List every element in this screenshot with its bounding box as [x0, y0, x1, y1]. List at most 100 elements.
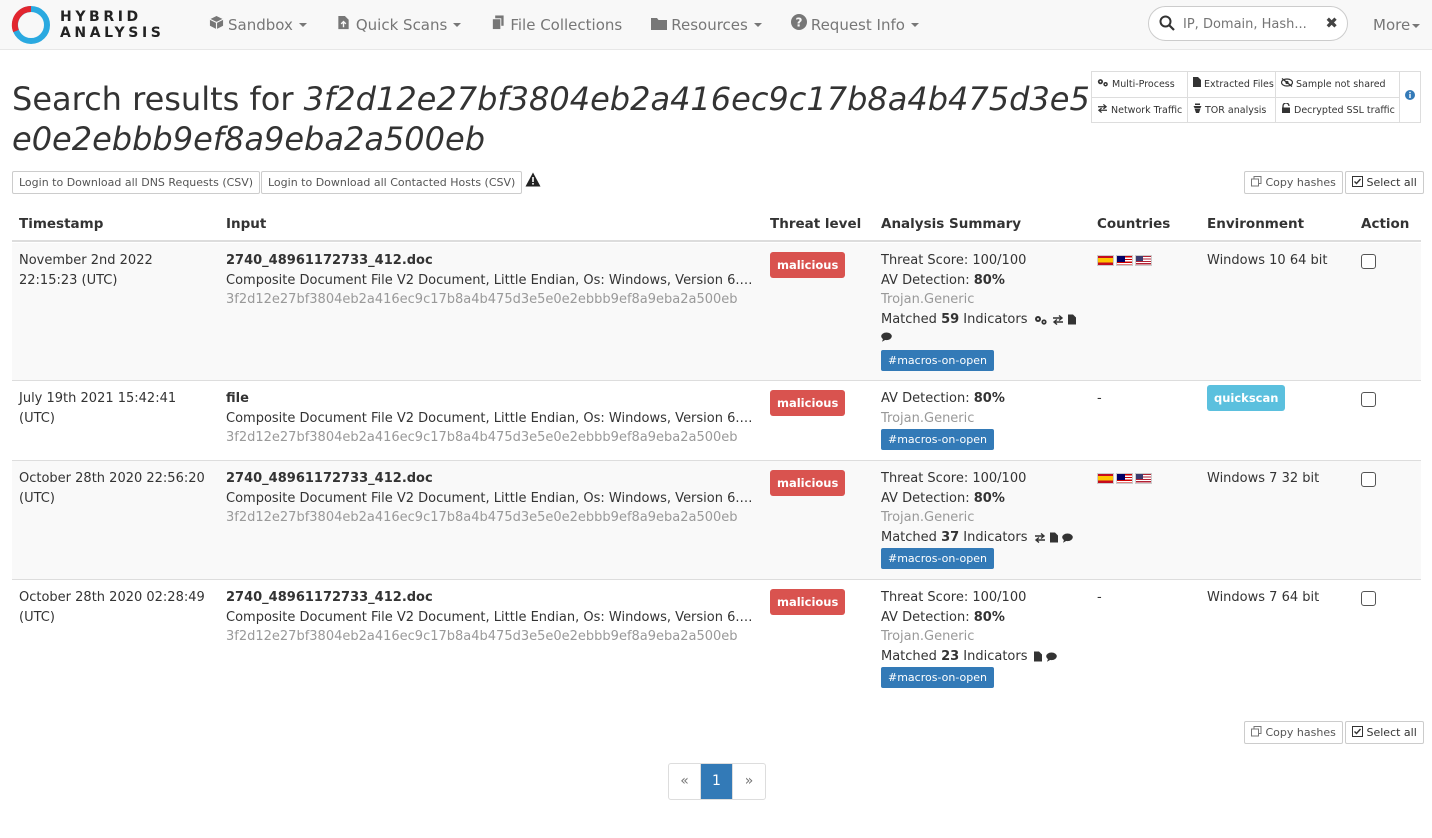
row-countries: - [1097, 391, 1102, 406]
nav-sandbox-label: Sandbox [228, 16, 293, 34]
exchange-icon [1052, 314, 1063, 325]
threat-badge: malicious [770, 390, 846, 416]
tag-macros-on-open[interactable]: #macros-on-open [881, 667, 994, 688]
matched-count: 37 [941, 529, 960, 545]
search-input[interactable] [1181, 13, 1321, 35]
pagination-next[interactable]: » [733, 764, 765, 799]
nav-more[interactable]: More [1373, 0, 1421, 50]
download-dns-csv-button[interactable]: Login to Download all DNS Requests (CSV) [12, 171, 261, 194]
row-select-checkbox[interactable] [1361, 472, 1376, 487]
chevron-down-icon [453, 23, 462, 27]
row-analysis-summary: Threat Score: 100/100 AV Detection: 80% … [881, 588, 1091, 688]
table-row[interactable]: October 28th 2020 02:28:49 (UTC) 2740_48… [12, 580, 1421, 700]
copy-hashes-button[interactable]: Copy hashes [1244, 171, 1343, 194]
row-analysis-summary: AV Detection: 80% Trojan.Generic #macros… [881, 389, 1091, 450]
nav-file-collections[interactable]: File Collections [490, 0, 651, 50]
pagination-page-current[interactable]: 1 [701, 764, 733, 799]
page-title: Search results for 3f2d12e27bf3804eb2a41… [12, 79, 1092, 159]
files-icon [490, 0, 506, 50]
download-hosts-csv-button[interactable]: Login to Download all Contacted Hosts (C… [261, 171, 523, 194]
row-filename[interactable]: 2740_48961172733_412.doc [226, 588, 758, 608]
comment-icon [1045, 652, 1057, 662]
nav-resources-label: Resources [671, 16, 748, 34]
col-countries[interactable]: Countries [1097, 216, 1170, 232]
nav-request-info[interactable]: ? Request Info [790, 0, 948, 50]
row-select-checkbox[interactable] [1361, 254, 1376, 269]
select-all-button[interactable]: Select all [1345, 171, 1424, 194]
row-select-checkbox[interactable] [1361, 392, 1376, 407]
row-timestamp: July 19th 2021 15:42:41 (UTC) [19, 391, 177, 426]
table-row[interactable]: November 2nd 2022 22:15:23 (UTC) 2740_48… [12, 243, 1421, 381]
tag-macros-on-open[interactable]: #macros-on-open [881, 548, 994, 569]
comment-icon [1061, 533, 1073, 543]
chevron-down-icon [753, 23, 762, 27]
nav-sandbox[interactable]: Sandbox [208, 0, 336, 50]
matched-count: 23 [941, 648, 960, 664]
nav-more-label: More [1373, 16, 1411, 34]
col-input[interactable]: Input [226, 216, 266, 232]
row-countries [1097, 251, 1197, 271]
col-timestamp[interactable]: Timestamp [19, 216, 103, 232]
search-box[interactable]: ✖ [1148, 6, 1348, 41]
folder-icon [651, 0, 668, 50]
copy-hashes-button-bottom[interactable]: Copy hashes [1244, 721, 1343, 744]
legend-multi-process: Multi-Process [1092, 72, 1188, 98]
eye-slash-icon [1280, 77, 1294, 88]
exchange-icon [1034, 532, 1045, 543]
spain-flag-icon [1097, 473, 1114, 484]
question-circle-icon: ? [790, 0, 807, 50]
file-icon [1033, 651, 1042, 661]
row-environment: quickscan [1207, 385, 1357, 411]
malaysia-flag-icon [1116, 255, 1133, 266]
table-row[interactable]: October 28th 2020 22:56:20 (UTC) 2740_48… [12, 461, 1421, 580]
nav-request-info-label: Request Info [810, 16, 905, 34]
select-all-button-bottom[interactable]: Select all [1345, 721, 1424, 744]
col-action[interactable]: Action [1361, 216, 1409, 232]
brand-name: HYBRID ANALYSIS [60, 9, 165, 41]
nav-quick-scans[interactable]: Quick Scans [336, 0, 490, 50]
col-threat-level[interactable]: Threat level [770, 216, 861, 232]
pagination-prev[interactable]: « [669, 764, 701, 799]
row-file-description: Composite Document File V2 Document, Lit… [226, 410, 756, 426]
row-filename[interactable]: file [226, 389, 758, 409]
svg-text:?: ? [795, 16, 802, 30]
row-filename[interactable]: 2740_48961172733_412.doc [226, 251, 758, 271]
malware-family: Trojan.Generic [881, 629, 975, 644]
row-countries: - [1097, 590, 1102, 605]
clear-search-icon[interactable]: ✖ [1325, 14, 1338, 32]
col-environment[interactable]: Environment [1207, 216, 1304, 232]
threat-badge: malicious [770, 589, 846, 615]
hybrid-analysis-logo[interactable]: HYBRID ANALYSIS [10, 4, 180, 46]
row-analysis-summary: Threat Score: 100/100 AV Detection: 80% … [881, 251, 1091, 371]
icon-legend: Multi-Process Extracted Files Sample not… [1091, 71, 1421, 123]
copy-icon [1251, 726, 1262, 737]
table-row[interactable]: July 19th 2021 15:42:41 (UTC) file Compo… [12, 381, 1421, 461]
threat-score: 100/100 [972, 471, 1027, 486]
usa-flag-icon [1135, 473, 1152, 484]
row-filename[interactable]: 2740_48961172733_412.doc [226, 469, 758, 489]
unlock-icon [1282, 102, 1290, 113]
gears-icon [1034, 315, 1047, 325]
spain-flag-icon [1097, 255, 1114, 266]
row-sha256: 3f2d12e27bf3804eb2a416ec9c17b8a4b475d3e5… [226, 629, 738, 644]
gears-icon [1097, 79, 1108, 87]
av-detection: 80% [973, 391, 1005, 406]
nav-resources[interactable]: Resources [651, 0, 791, 50]
warning-icon[interactable] [525, 172, 541, 191]
row-select-checkbox[interactable] [1361, 591, 1376, 606]
threat-badge: malicious [770, 252, 846, 278]
results-table-header: Timestamp Input Threat level Analysis Su… [12, 206, 1421, 242]
legend-sample-not-shared: Sample not shared [1276, 72, 1400, 98]
tag-macros-on-open[interactable]: #macros-on-open [881, 429, 994, 450]
row-environment: Windows 7 32 bit [1207, 471, 1320, 486]
info-icon[interactable] [1405, 90, 1415, 103]
file-icon [1049, 532, 1058, 542]
av-detection: 80% [973, 490, 1005, 506]
tag-macros-on-open[interactable]: #macros-on-open [881, 349, 994, 371]
legend-extracted-files: Extracted Files [1188, 72, 1276, 98]
malware-family: Trojan.Generic [881, 410, 975, 426]
row-timestamp: October 28th 2020 22:56:20 (UTC) [19, 471, 205, 506]
row-sha256: 3f2d12e27bf3804eb2a416ec9c17b8a4b475d3e5… [226, 430, 738, 445]
col-analysis-summary[interactable]: Analysis Summary [881, 216, 1021, 232]
threat-score: 100/100 [972, 590, 1027, 605]
